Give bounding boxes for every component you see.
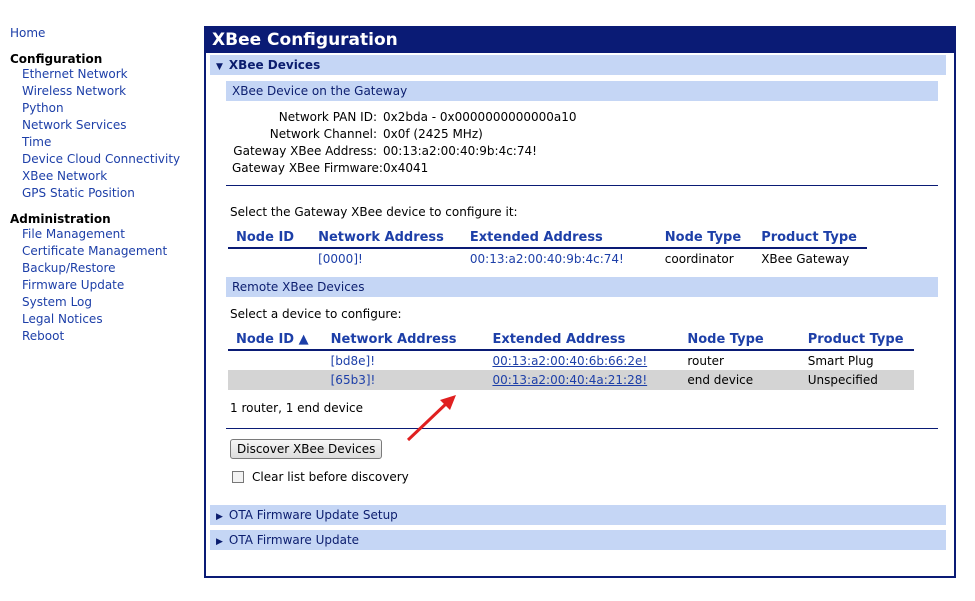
ota-update-accordion-header[interactable]: ▶ OTA Firmware Update: [210, 530, 946, 550]
cell-node-type: end device: [681, 370, 802, 390]
info-label: Gateway XBee Firmware:: [232, 161, 383, 175]
nav-item-certificate-management[interactable]: Certificate Management: [10, 243, 200, 260]
cell-network-address: [0000]!: [312, 248, 464, 268]
nav-item-firmware-update[interactable]: Firmware Update: [10, 277, 200, 294]
ota-update-header-label: OTA Firmware Update: [228, 533, 360, 547]
column-header-product-type[interactable]: Product Type: [801, 330, 914, 351]
nav-section-administration: Administration: [10, 212, 111, 226]
ota-setup-header-label: OTA Firmware Update Setup: [228, 508, 398, 522]
cell-network-address: [65b3]!: [324, 370, 487, 390]
info-value: 0x2bda - 0x0000000000000a10: [383, 110, 577, 124]
nav-item-gps-static-position[interactable]: GPS Static Position: [10, 185, 200, 202]
column-header-node-type[interactable]: Node Type: [681, 330, 802, 351]
cell-product-type: Smart Plug: [807, 353, 874, 368]
nav-item-backup-restore[interactable]: Backup/Restore: [10, 260, 200, 277]
clear-list-option: Clear list before discovery: [232, 469, 954, 485]
gateway-select-prompt: Select the Gateway XBee device to config…: [230, 205, 518, 219]
nav-item-time[interactable]: Time: [10, 134, 200, 151]
nav-item-network-services[interactable]: Network Services: [10, 117, 200, 134]
remote-devices-section-header: Remote XBee Devices: [226, 277, 938, 297]
triangle-right-icon: ▶: [216, 512, 223, 522]
column-header-product-type[interactable]: Product Type: [755, 228, 867, 249]
left-navigation: Home Configuration Ethernet Network Wire…: [10, 26, 200, 355]
clear-list-label: Clear list before discovery: [252, 470, 409, 484]
info-value: 0x0f (2425 MHz): [383, 127, 483, 141]
nav-item-reboot[interactable]: Reboot: [10, 328, 200, 345]
nav-item-ethernet-network[interactable]: Ethernet Network: [10, 66, 200, 83]
info-row-channel: Network Channel: 0x0f (2425 MHz): [232, 126, 954, 143]
gateway-device-table: Node ID Network Address Extended Address…: [228, 228, 867, 268]
cell-product-type: XBee Gateway: [761, 251, 850, 266]
nav-item-wireless-network[interactable]: Wireless Network: [10, 83, 200, 100]
column-header-label: Node ID ▲: [236, 332, 309, 347]
column-header-network-address[interactable]: Network Address: [312, 228, 464, 249]
nav-section-configuration: Configuration: [10, 52, 103, 66]
triangle-down-icon: ▼: [216, 62, 223, 72]
info-value: 0x4041: [383, 161, 429, 175]
triangle-right-icon: ▶: [216, 537, 223, 547]
info-value: 00:13:a2:00:40:9b:4c:74!: [383, 144, 537, 158]
xbee-configuration-panel: XBee Configuration ▼ XBee Devices XBee De…: [204, 26, 956, 578]
gateway-device-section-header: XBee Device on the Gateway: [226, 81, 938, 101]
cell-node-id: [228, 370, 325, 390]
nav-item-system-log[interactable]: System Log: [10, 294, 200, 311]
table-header-row: Node ID ▲ Network Address Extended Addre…: [228, 330, 914, 351]
nav-home-link[interactable]: Home: [10, 26, 200, 40]
network-address-link[interactable]: [65b3]!: [331, 373, 376, 387]
info-row-gateway-firmware: Gateway XBee Firmware:0x4041: [232, 160, 954, 177]
column-header-node-id-sorted[interactable]: Node ID ▲: [228, 330, 325, 351]
network-address-link[interactable]: [0000]!: [318, 252, 363, 266]
column-header-node-id[interactable]: Node ID: [228, 228, 313, 249]
network-address-link[interactable]: [bd8e]!: [331, 354, 375, 368]
nav-item-legal-notices[interactable]: Legal Notices: [10, 311, 200, 328]
device-count-summary: 1 router, 1 end device: [230, 401, 364, 415]
cell-extended-address: 00:13:a2:00:40:6b:66:2e!: [486, 350, 681, 370]
discover-xbee-devices-button[interactable]: Discover XBee Devices: [230, 439, 383, 459]
info-label: Network Channel:: [269, 127, 377, 141]
table-row[interactable]: [bd8e]! 00:13:a2:00:40:6b:66:2e! router …: [228, 350, 914, 370]
table-row[interactable]: [0000]! 00:13:a2:00:40:9b:4c:74! coordin…: [228, 248, 867, 268]
extended-address-link[interactable]: 00:13:a2:00:40:4a:21:28!: [492, 373, 647, 387]
clear-list-checkbox[interactable]: [232, 471, 244, 483]
column-header-network-address[interactable]: Network Address: [324, 330, 487, 351]
extended-address-link[interactable]: 00:13:a2:00:40:9b:4c:74!: [470, 252, 624, 266]
cell-extended-address: 00:13:a2:00:40:4a:21:28!: [486, 370, 682, 390]
cell-node-id: [228, 350, 325, 370]
remote-select-prompt: Select a device to configure:: [230, 307, 402, 321]
xbee-devices-accordion-header[interactable]: ▼ XBee Devices: [210, 55, 946, 75]
nav-item-file-management[interactable]: File Management: [10, 226, 200, 243]
nav-administration-group: Administration File Management Certifica…: [10, 212, 200, 345]
info-row-pan-id: Network PAN ID: 0x2bda - 0x0000000000000a…: [232, 109, 954, 126]
info-label: Gateway XBee Address:: [233, 144, 377, 158]
nav-item-python[interactable]: Python: [10, 100, 200, 117]
xbee-devices-header-label: XBee Devices: [228, 58, 321, 72]
cell-node-type: coordinator: [664, 251, 734, 266]
info-row-gateway-address: Gateway XBee Address: 00:13:a2:00:40:9b:4…: [232, 143, 954, 160]
remote-device-table: Node ID ▲ Network Address Extended Addre…: [228, 330, 914, 390]
page-title: XBee Configuration: [206, 28, 954, 53]
table-row[interactable]: [65b3]! 00:13:a2:00:40:4a:21:28! end dev…: [228, 370, 914, 390]
gateway-info: Network PAN ID: 0x2bda - 0x0000000000000a…: [232, 109, 954, 177]
cell-node-id: [228, 248, 312, 268]
table-header-row: Node ID Network Address Extended Address…: [228, 228, 867, 249]
nav-configuration-group: Configuration Ethernet Network Wireless …: [10, 52, 200, 202]
cell-product-type: Unspecified: [801, 370, 914, 390]
column-header-extended-address[interactable]: Extended Address: [463, 228, 659, 249]
nav-item-xbee-network[interactable]: XBee Network: [10, 168, 200, 185]
ota-setup-accordion-header[interactable]: ▶ OTA Firmware Update Setup: [210, 505, 946, 525]
cell-network-address: [bd8e]!: [325, 350, 487, 370]
cell-extended-address: 00:13:a2:00:40:9b:4c:74!: [464, 248, 659, 268]
info-label: Network PAN ID:: [278, 110, 377, 124]
column-header-node-type[interactable]: Node Type: [658, 228, 756, 249]
nav-item-device-cloud-connectivity[interactable]: Device Cloud Connectivity: [10, 151, 200, 168]
cell-node-type: router: [687, 353, 724, 368]
column-header-extended-address[interactable]: Extended Address: [486, 330, 682, 351]
extended-address-link[interactable]: 00:13:a2:00:40:6b:66:2e!: [492, 354, 647, 368]
